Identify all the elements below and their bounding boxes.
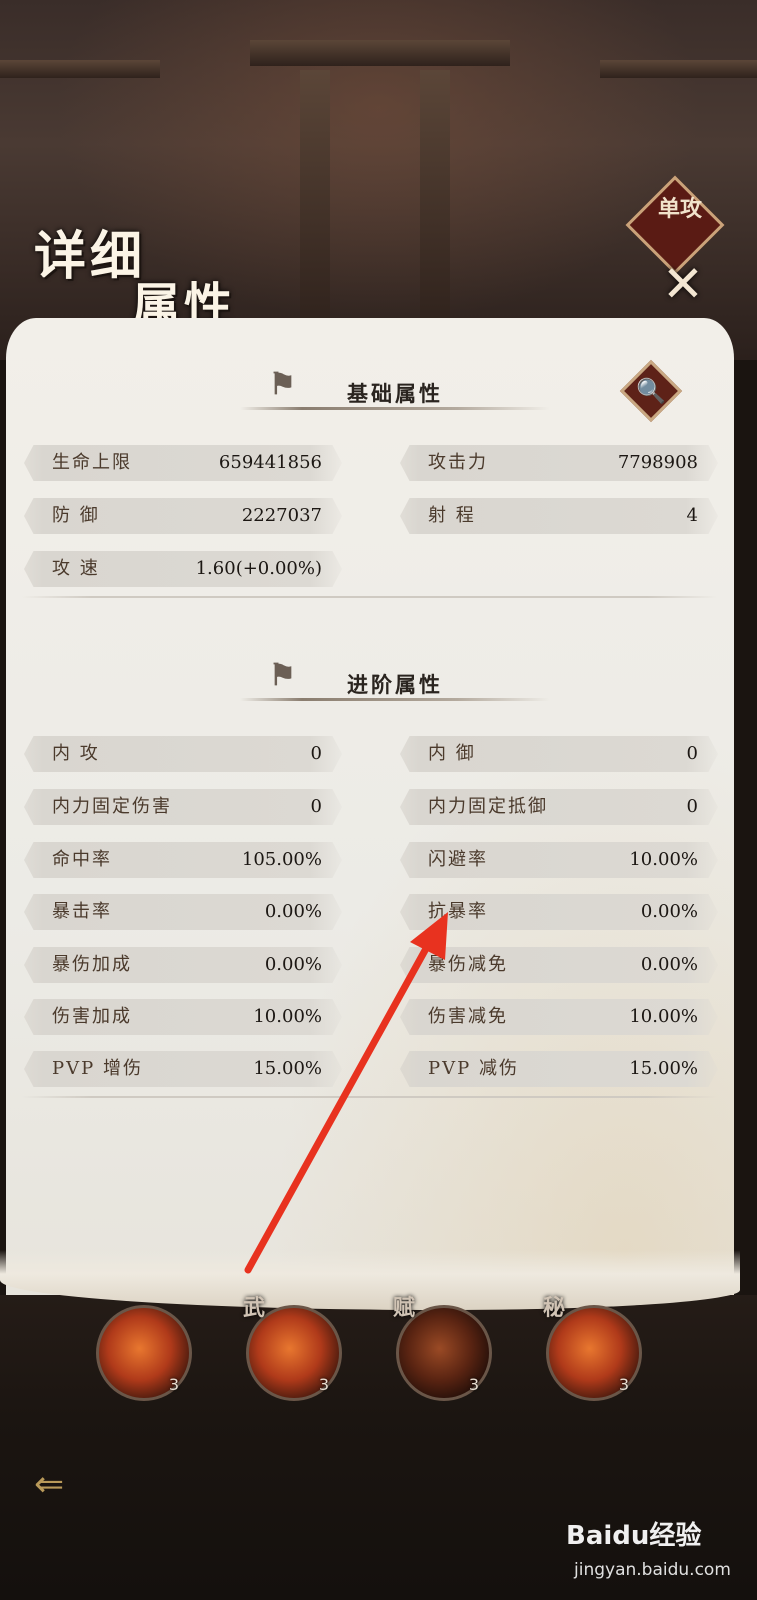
brush-stroke [240,698,550,701]
skill-slot[interactable]: 3 [96,1305,192,1401]
stat-name: 伤害加成 [52,1006,132,1027]
brush-stroke [240,407,550,410]
stat-name: 闪避率 [428,849,488,870]
skill-level: 3 [318,1375,329,1394]
stat-value: 15.00% [629,1058,698,1079]
mode-badge-label: 单攻 [657,196,702,222]
stat-row: 内力固定伤害 0 [24,789,342,825]
stat-name: 暴伤加成 [52,954,132,975]
stat-name: 内力固定伤害 [52,796,172,817]
stat-row: 射 程 4 [400,498,718,534]
section-title-advanced: ⚑ 进阶属性 [240,658,550,705]
stat-value: 0.00% [640,954,698,975]
lintel-decoration [250,40,510,66]
stat-row: 攻击力 7798908 [400,445,718,481]
brush-emblem-icon: ⚑ [269,367,299,402]
skill-slot[interactable]: 赋 3 [393,1295,492,1401]
skill-slot[interactable]: 武 3 [243,1295,342,1401]
roof-decoration [600,60,757,78]
brush-emblem-icon: ⚑ [269,658,299,693]
skill-tag: 秘 [543,1295,566,1321]
stat-row: 内力固定抵御 0 [400,789,718,825]
stat-value: 0 [310,743,322,764]
section-title-basic: ⚑ 基础属性 [240,367,550,414]
stat-value: 0.00% [264,901,322,922]
skill-level: 3 [468,1375,479,1394]
section-divider [22,1096,717,1098]
stat-value: 659441856 [218,452,322,473]
stat-value: 4 [686,505,698,526]
stat-name: 内力固定抵御 [428,796,548,817]
stat-row: PVP 增伤 15.00% [24,1051,342,1087]
stat-name: 防 御 [52,505,100,526]
section-divider [22,596,717,598]
stat-name: 攻 速 [52,558,100,579]
stat-name: 内 攻 [52,743,100,764]
skill-tag: 武 [243,1295,266,1321]
page-title: 详细 属性 [20,200,260,334]
stat-name: 暴击率 [52,901,112,922]
stat-value: 2227037 [241,505,322,526]
stat-row: 内 御 0 [400,736,718,772]
stat-name: 命中率 [52,849,112,870]
roof-decoration [0,60,160,78]
stat-name: PVP 减伤 [428,1058,519,1079]
search-button[interactable]: 🔍 [619,359,683,423]
stat-value: 10.00% [629,849,698,870]
stat-value: 10.00% [253,1006,322,1027]
stat-value: 15.00% [253,1058,322,1079]
stat-name: 伤害减免 [428,1006,508,1027]
section-title-label: 进阶属性 [347,672,443,697]
stat-row: 伤害加成 10.00% [24,999,342,1035]
close-button[interactable]: ✕ [657,258,709,310]
back-arrow-icon[interactable]: ⇐ [34,1465,104,1505]
skill-slot[interactable]: 秘 3 [543,1295,642,1401]
section-title-label: 基础属性 [347,381,443,406]
watermark-url: jingyan.baidu.com [574,1560,731,1580]
stat-name: 内 御 [428,743,476,764]
search-icon: 🔍 [636,377,666,405]
stat-value: 10.00% [629,1006,698,1027]
stat-name: 暴伤减免 [428,954,508,975]
stat-value: 1.60(+0.00%) [195,558,322,579]
skill-level: 3 [168,1375,179,1394]
skill-tag: 赋 [393,1295,416,1321]
skill-level: 3 [618,1375,629,1394]
stat-value: 105.00% [241,849,322,870]
stat-name: 射 程 [428,505,476,526]
stat-value: 0 [686,743,698,764]
stat-row: 命中率 105.00% [24,842,342,878]
stat-row: 伤害减免 10.00% [400,999,718,1035]
stat-row: 暴击率 0.00% [24,894,342,930]
stat-value: 7798908 [617,452,698,473]
stat-value: 0 [686,796,698,817]
pillar-decoration [300,70,330,330]
stat-row: 抗暴率 0.00% [400,894,718,930]
stat-name: 抗暴率 [428,901,488,922]
stat-name: 攻击力 [428,452,488,473]
stat-name: PVP 增伤 [52,1058,143,1079]
stat-row: 内 攻 0 [24,736,342,772]
stat-name: 生命上限 [52,452,132,473]
stat-row: 生命上限 659441856 [24,445,342,481]
stat-row: 暴伤减免 0.00% [400,947,718,983]
stat-value: 0.00% [264,954,322,975]
stat-row: 闪避率 10.00% [400,842,718,878]
stat-row: 攻 速 1.60(+0.00%) [24,551,342,587]
stat-value: 0.00% [640,901,698,922]
stat-value: 0 [310,796,322,817]
pillar-decoration [420,70,450,330]
stat-row: 暴伤加成 0.00% [24,947,342,983]
page-title-line1: 详细 [34,226,147,287]
watermark-logo: Baidu经验 [566,1521,702,1551]
stat-row: 防 御 2227037 [24,498,342,534]
stat-row: PVP 减伤 15.00% [400,1051,718,1087]
